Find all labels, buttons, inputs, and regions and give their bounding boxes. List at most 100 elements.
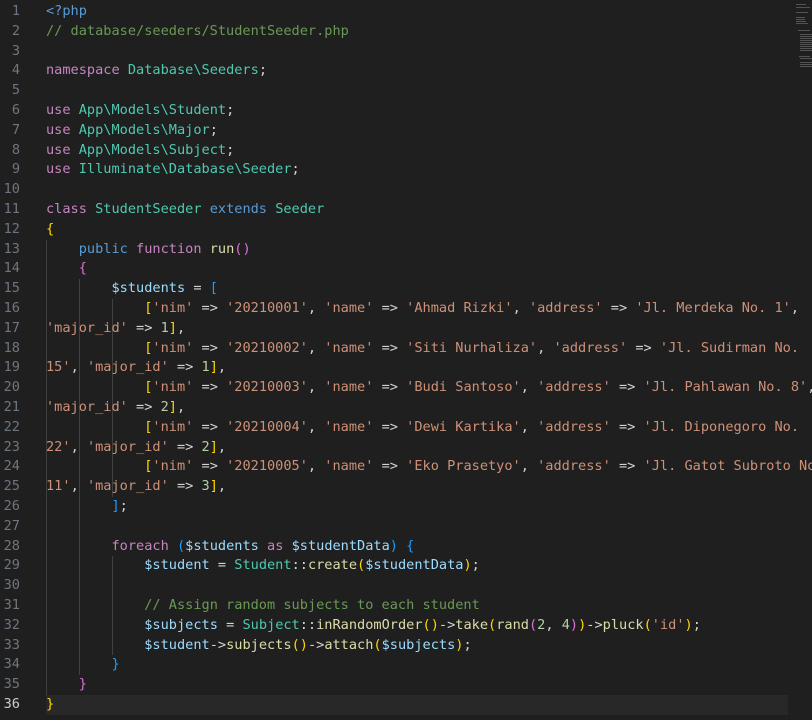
code-token: => — [373, 379, 407, 396]
code-token: use — [46, 121, 71, 138]
line-number-gutter: 1 2 3 4 5 6 7 8 9 10 11 12 13 14 15 16 17 18 19 20 21 22 23 24 2… — [0, 0, 40, 720]
code-line[interactable]: foreach ($students as $studentData) { — [46, 537, 788, 557]
code-line[interactable]: ['nim' => '20210005', 'name' => 'Eko Pra… — [46, 457, 812, 477]
code-line[interactable]: ['nim' => '20210004', 'name' => 'Dewi Ka… — [46, 418, 799, 438]
code-line[interactable]: $student->subjects()->attach($subjects); — [46, 636, 788, 656]
code-line[interactable]: 22', 'major_id' => 2], — [46, 438, 788, 458]
code-line[interactable]: $subjects = Subject::inRandomOrder()->ta… — [46, 616, 788, 636]
code-token: 'major_id' — [86, 438, 169, 455]
code-line[interactable]: ['nim' => '20210001', 'name' => 'Ahmad R… — [46, 299, 799, 319]
code-line[interactable]: namespace Database\Seeders; — [46, 61, 788, 81]
code-token: '20210005' — [226, 458, 308, 475]
code-token: class — [46, 201, 87, 217]
line-number: 26 — [3, 498, 20, 514]
code-token: 'nim' — [152, 300, 194, 316]
code-line[interactable]: $student = Student::create($studentData)… — [46, 556, 788, 576]
code-token: create — [307, 557, 358, 574]
code-token: () — [422, 616, 439, 633]
code-line[interactable]: $students = [ — [46, 279, 788, 299]
code-line[interactable]: use Illuminate\Database\Seeder; — [46, 160, 788, 180]
code-token: extends — [209, 201, 267, 217]
code-line[interactable]: 15', 'major_id' => 1], — [46, 358, 788, 378]
code-line[interactable]: class StudentSeeder extends Seeder — [46, 200, 788, 220]
code-token: '20210003' — [226, 379, 308, 396]
code-token: 22' — [46, 438, 71, 455]
code-token: ) — [389, 537, 398, 554]
code-token: 'major_id' — [46, 399, 128, 415]
line-number: 23 — [3, 438, 20, 455]
code-token: , — [520, 418, 538, 435]
code-line[interactable]: 11', 'major_id' => 3], — [46, 477, 788, 497]
code-token: ) — [684, 616, 693, 633]
minimap[interactable] — [794, 0, 812, 80]
code-line[interactable] — [46, 576, 788, 596]
code-line[interactable]: use App\Models\Major; — [46, 121, 788, 141]
code-token: => — [373, 339, 407, 356]
line-number: 6 — [11, 102, 20, 118]
code-token: , — [217, 359, 227, 376]
code-token: { — [78, 260, 87, 277]
code-line[interactable]: // Assign random subjects to each studen… — [46, 596, 788, 616]
code-line[interactable]: 'major_id' => 1], — [46, 319, 788, 339]
code-token: // Assign random subjects to each studen… — [144, 597, 480, 613]
code-token: ; — [119, 498, 128, 514]
code-token: 'major_id' — [86, 478, 169, 495]
code-token: StudentSeeder — [95, 201, 202, 217]
code-token: Subject — [242, 616, 300, 633]
code-token: () — [291, 636, 308, 653]
code-line[interactable]: <?php — [46, 2, 788, 22]
code-line[interactable]: public function run() — [46, 240, 788, 260]
code-line[interactable]: } — [46, 675, 788, 695]
code-line[interactable]: ]; — [46, 497, 788, 517]
code-editor[interactable]: 1 2 3 4 5 6 7 8 9 10 11 12 13 14 15 16 17 18 19 20 21 22 23 24 2… — [0, 0, 812, 720]
code-token: , — [307, 418, 325, 435]
line-number: 24 — [3, 458, 20, 475]
code-line[interactable]: use App\Models\Student; — [46, 101, 788, 121]
code-line[interactable] — [46, 180, 788, 200]
code-token: => — [193, 379, 227, 396]
code-line[interactable] — [46, 42, 788, 62]
code-line[interactable]: } — [46, 655, 788, 675]
code-token: inRandomOrder — [316, 616, 423, 633]
code-token: => — [168, 478, 202, 495]
code-area[interactable]: <?php // database/seeders/StudentSeeder.p… — [46, 0, 812, 720]
line-number: 13 — [3, 240, 20, 257]
code-line[interactable]: 'major_id' => 2], — [46, 398, 788, 418]
code-token: :: — [299, 616, 317, 633]
line-number: 27 — [3, 517, 20, 534]
code-token: pluck — [602, 616, 644, 633]
code-token: , — [307, 339, 325, 356]
code-token: as — [267, 537, 284, 554]
code-token: , — [176, 319, 186, 336]
line-number: 12 — [3, 220, 20, 237]
code-token: 'nim' — [152, 458, 194, 475]
code-token: 'Ahmad Rizki' — [406, 300, 513, 316]
code-token: , — [537, 339, 554, 356]
code-line[interactable]: { — [46, 220, 788, 240]
code-token: 'name' — [324, 339, 374, 356]
code-token: 'address' — [553, 339, 628, 356]
code-token: { — [406, 537, 415, 554]
code-token: , — [520, 379, 538, 396]
code-token: ( — [357, 557, 366, 574]
code-line[interactable]: { — [46, 259, 788, 279]
code-line[interactable]: ['nim' => '20210002', 'name' => 'Siti Nu… — [46, 339, 799, 359]
code-line[interactable]: // database/seeders/StudentSeeder.php — [46, 22, 788, 42]
code-token: Database\Seeders — [127, 62, 259, 79]
code-line[interactable] — [46, 81, 788, 101]
code-token: use — [46, 141, 71, 158]
code-line[interactable]: } — [46, 695, 788, 715]
code-line[interactable]: use App\Models\Subject; — [46, 141, 788, 161]
code-line[interactable] — [46, 517, 788, 537]
code-line[interactable]: ['nim' => '20210003', 'name' => 'Budi Sa… — [46, 378, 812, 398]
line-number: 2 — [11, 22, 20, 39]
code-token: $studentData — [291, 537, 390, 554]
code-token: 1 — [201, 359, 210, 376]
code-token: // database/seeders/StudentSeeder.php — [46, 22, 349, 39]
